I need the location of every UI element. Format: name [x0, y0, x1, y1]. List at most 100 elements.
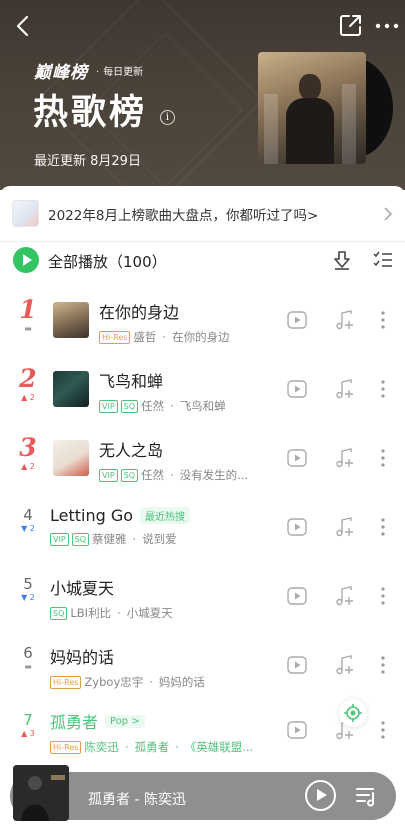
album-art [13, 765, 69, 821]
track-album-extra: 《英雄联盟... [184, 740, 254, 754]
rank-change: ▲ 2 [21, 462, 35, 471]
rank-number: 1 [19, 295, 37, 324]
track-thumbnail [53, 440, 89, 476]
track-row[interactable]: 3 ▲ 2 无人之岛 VIP SQ 任然 · 没有发生的... [0, 427, 405, 496]
rank: 6 ▬ [10, 644, 46, 672]
track-meta: Hi-Res Zyboy忠宇 · 妈妈的话 [50, 674, 205, 690]
rank-number: 3 [19, 433, 37, 462]
track-meta: VIP SQ 任然 · 没有发生的... [99, 467, 248, 483]
track-info: 小城夏天 SQ LBI利比 · 小城夏天 [50, 575, 173, 621]
promo-banner[interactable]: 2022年8月上榜歌曲大盘点，你都听过了吗> [0, 186, 405, 242]
track-row[interactable]: 1 ▬ 在你的身边 Hi-Res 盛哲 · 在你的身边 [0, 289, 405, 358]
now-playing-title: 孤勇者 - 陈奕迅 [88, 792, 186, 808]
download-icon [334, 251, 350, 270]
track-album: 小城夏天 [126, 606, 173, 620]
track-artist: 蔡健雅 [92, 532, 127, 546]
rank-change: ▼ 2 [21, 524, 35, 533]
mini-player-cover[interactable] [13, 765, 69, 821]
target-icon [344, 704, 362, 722]
track-title-text: 孤勇者 [50, 713, 99, 732]
track-album: 孤勇者 [134, 740, 170, 754]
track-row[interactable]: 2 ▲ 2 飞鸟和蝉 VIP SQ 任然 · 飞鸟和蝉 [0, 358, 405, 427]
video-icon[interactable] [286, 516, 308, 538]
rank-change: ▼ 2 [21, 593, 35, 602]
rank-change: ▲ 2 [21, 393, 35, 402]
more-vertical-icon[interactable] [372, 719, 394, 741]
download-button[interactable] [331, 249, 353, 271]
track-meta: VIP SQ 蔡健雅 · 说到爱 [50, 531, 190, 547]
more-vertical-icon[interactable] [372, 309, 394, 331]
more-button[interactable] [374, 14, 400, 38]
video-icon[interactable] [286, 654, 308, 676]
share-button[interactable] [338, 12, 364, 38]
more-vertical-icon[interactable] [372, 654, 394, 676]
rank: 7 ▲ 3 [10, 711, 46, 739]
add-to-playlist-icon[interactable] [334, 516, 356, 538]
video-icon[interactable] [286, 585, 308, 607]
multi-select-button[interactable] [372, 250, 394, 270]
video-icon[interactable] [286, 447, 308, 469]
track-artist: 任然 [141, 399, 165, 413]
track-info: 在你的身边 Hi-Res 盛哲 · 在你的身边 [99, 299, 230, 345]
list-check-icon [373, 251, 392, 267]
rank-change: ▬ [24, 324, 32, 333]
vip-badge: VIP [99, 468, 118, 482]
track-info: 妈妈的话 Hi-Res Zyboy忠宇 · 妈妈的话 [50, 644, 205, 690]
track-album: 没有发生的... [179, 468, 249, 482]
playlist-button[interactable] [355, 785, 379, 807]
track-info: 飞鸟和蝉 VIP SQ 任然 · 飞鸟和蝉 [99, 368, 226, 414]
info-icon[interactable]: i [160, 110, 175, 125]
add-to-playlist-icon[interactable] [334, 654, 356, 676]
track-title: 飞鸟和蝉 [99, 372, 164, 391]
track-info: 无人之岛 VIP SQ 任然 · 没有发生的... [99, 437, 248, 483]
vip-badge: VIP [99, 399, 118, 413]
locate-playing-button[interactable] [339, 699, 367, 727]
play-all-label[interactable]: 全部播放（100） [48, 251, 167, 272]
trending-badge[interactable]: 最近热搜 [140, 507, 191, 524]
rank-change: ▬ [24, 662, 32, 671]
chevron-right-icon [384, 207, 393, 221]
rank-number: 5 [23, 575, 33, 593]
video-icon[interactable] [286, 378, 308, 400]
rank-number: 7 [23, 711, 33, 729]
rank: 5 ▼ 2 [10, 575, 46, 603]
video-icon[interactable] [286, 719, 308, 741]
track-title: 无人之岛 [99, 441, 164, 460]
add-to-playlist-icon[interactable] [334, 378, 356, 400]
chevron-left-icon [16, 15, 29, 37]
hires-badge: Hi-Res [99, 330, 131, 344]
add-to-playlist-icon[interactable] [334, 585, 356, 607]
genre-badge[interactable]: Pop > [105, 714, 145, 728]
video-icon[interactable] [286, 309, 308, 331]
add-to-playlist-icon[interactable] [334, 309, 356, 331]
mini-play-button[interactable] [305, 780, 336, 811]
more-vertical-icon[interactable] [372, 585, 394, 607]
add-to-playlist-icon[interactable] [334, 447, 356, 469]
track-row[interactable]: 5 ▼ 2 小城夏天 SQ LBI利比 · 小城夏天 [0, 565, 405, 634]
cover-art [258, 52, 366, 164]
playlist-icon [356, 788, 375, 807]
track-info: 孤勇者 Pop > Hi-Res 陈奕迅 · 孤勇者 · 《英雄联盟... [50, 709, 253, 755]
banner-thumbnail [12, 200, 39, 227]
rank: 4 ▼ 2 [10, 506, 46, 534]
play-all-button[interactable] [13, 247, 39, 273]
chart-brand: 巅峰榜 每日更新 [34, 60, 143, 83]
track-meta: Hi-Res 陈奕迅 · 孤勇者 · 《英雄联盟... [50, 739, 253, 755]
track-meta: VIP SQ 任然 · 飞鸟和蝉 [99, 398, 226, 414]
chart-header: 巅峰榜 每日更新 热歌榜 i 最近更新 8月29日 [0, 0, 405, 190]
track-title: Letting Go 最近热搜 [50, 506, 191, 525]
track-title: 在你的身边 [99, 303, 180, 322]
track-row[interactable]: 4 ▼ 2 Letting Go 最近热搜 VIP SQ 蔡健雅 · 说到爱 [0, 496, 405, 565]
more-vertical-icon[interactable] [372, 378, 394, 400]
track-row[interactable]: 6 ▬ 妈妈的话 Hi-Res Zyboy忠宇 · 妈妈的话 [0, 634, 405, 703]
track-meta: Hi-Res 盛哲 · 在你的身边 [99, 329, 230, 345]
more-vertical-icon[interactable] [372, 516, 394, 538]
hires-badge: Hi-Res [50, 675, 82, 689]
sq-badge: SQ [120, 399, 139, 413]
sq-badge: SQ [71, 532, 90, 546]
play-all-row: 全部播放（100） [0, 246, 405, 276]
page-title: 热歌榜 [33, 93, 148, 133]
track-artist: Zyboy忠宇 [84, 675, 144, 689]
more-vertical-icon[interactable] [372, 447, 394, 469]
back-button[interactable] [10, 12, 38, 40]
